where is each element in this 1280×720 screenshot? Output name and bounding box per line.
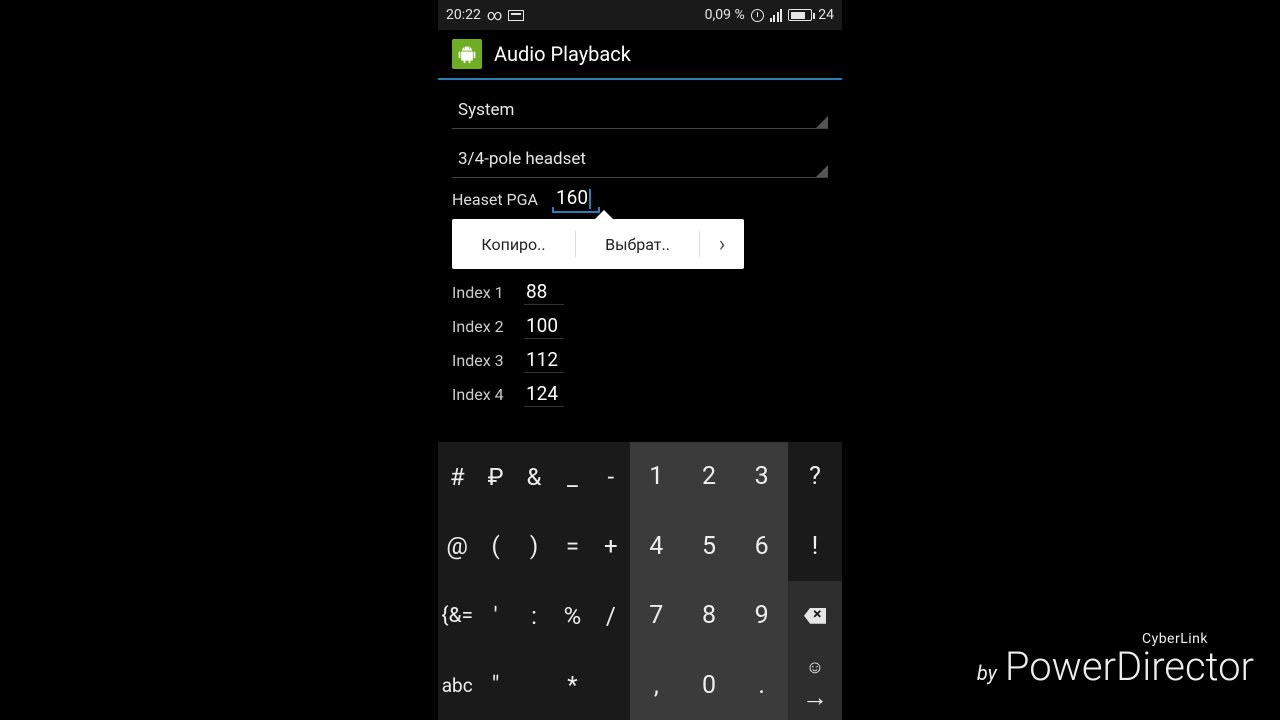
index-label: Index 3 [452,351,508,370]
context-select-button[interactable]: Выбрат.. [576,235,699,254]
key-enter-emoji[interactable]: ☺ → [788,651,842,720]
key-7[interactable]: 7 [630,581,683,651]
key-quote[interactable]: " [476,651,514,720]
emoji-icon: ☺ [806,657,824,678]
key-lparen[interactable]: ( [476,512,514,582]
key-blank[interactable] [515,651,553,720]
index-input[interactable]: 112 [524,347,564,373]
key-minus[interactable]: - [592,442,630,512]
battery-percent: 24 [818,7,834,23]
key-hash[interactable]: # [438,442,476,512]
key-period[interactable]: . [735,651,788,720]
key-equals[interactable]: = [553,512,591,582]
key-9[interactable]: 9 [735,581,788,651]
index-label: Index 1 [452,283,508,302]
key-at[interactable]: @ [438,512,476,582]
battery-icon [788,9,812,21]
device-spinner[interactable]: 3/4-pole headset [452,139,828,178]
key-5[interactable]: 5 [683,512,736,582]
key-apostrophe[interactable]: ' [476,581,514,651]
key-1[interactable]: 1 [630,442,683,512]
key-rparen[interactable]: ) [515,512,553,582]
index-input[interactable]: 88 [524,279,564,305]
key-underscore[interactable]: _ [553,442,591,512]
data-speed: 0,09 % [705,7,745,23]
alarm-icon [751,9,764,22]
context-copy-button[interactable]: Копиро.. [452,235,575,254]
key-0[interactable]: 0 [683,651,736,720]
index-list: Index 1 88 Index 2 100 Index 3 112 Index 4 1… [438,275,842,411]
index-input[interactable]: 124 [524,381,564,407]
key-6[interactable]: 6 [735,512,788,582]
profile-spinner[interactable]: System [452,90,828,129]
infinity-icon: ∞ [487,6,502,24]
index-row: Index 3 112 [438,343,842,377]
key-asterisk[interactable]: * [553,651,591,720]
headset-pga-input[interactable]: 160 [552,184,600,213]
soft-keyboard: # ₽ & _ - @ ( ) = + {&= ' : % / abc [438,442,842,720]
index-row: Index 1 88 [438,275,842,309]
headset-pga-label: Heaset PGA [452,190,538,213]
key-comma[interactable]: , [630,651,683,720]
index-label: Index 4 [452,385,508,404]
key-8[interactable]: 8 [683,581,736,651]
index-label: Index 2 [452,317,508,336]
key-amp[interactable]: & [515,442,553,512]
watermark-by: by [977,661,997,685]
key-2[interactable]: 2 [683,442,736,512]
status-time: 20:22 [446,7,481,23]
key-question[interactable]: ? [788,442,842,512]
status-bar: 20:22 ∞ 0,09 % 24 [438,0,842,30]
watermark-product: PowerDirector [1005,643,1254,690]
headset-pga-row: Heaset PGA 160 [438,178,842,213]
text-context-menu: Копиро.. Выбрат.. › [452,219,744,269]
keyboard-indicator-icon [508,10,524,21]
key-plus[interactable]: + [592,512,630,582]
key-backspace[interactable] [788,581,842,651]
backspace-icon [804,608,826,624]
phone-frame: 20:22 ∞ 0,09 % 24 Audio Playback System … [438,0,842,720]
watermark: CyberLink by PowerDirector [977,631,1254,690]
key-blank[interactable] [592,651,630,720]
key-colon[interactable]: : [515,581,553,651]
index-row: Index 2 100 [438,309,842,343]
app-title: Audio Playback [494,42,631,66]
key-abc-mode[interactable]: abc [438,651,476,720]
enter-arrow-icon: → [802,682,828,713]
index-input[interactable]: 100 [524,313,564,339]
android-app-icon [452,39,482,69]
key-ruble[interactable]: ₽ [476,442,514,512]
key-percent[interactable]: % [553,581,591,651]
key-exclaim[interactable]: ! [788,512,842,582]
app-header: Audio Playback [438,30,842,80]
index-row: Index 4 124 [438,377,842,411]
key-3[interactable]: 3 [735,442,788,512]
key-slash[interactable]: / [592,581,630,651]
key-symbols-page[interactable]: {&= [438,581,476,651]
signal-icon [770,9,783,22]
context-more-button[interactable]: › [700,232,744,257]
key-4[interactable]: 4 [630,512,683,582]
